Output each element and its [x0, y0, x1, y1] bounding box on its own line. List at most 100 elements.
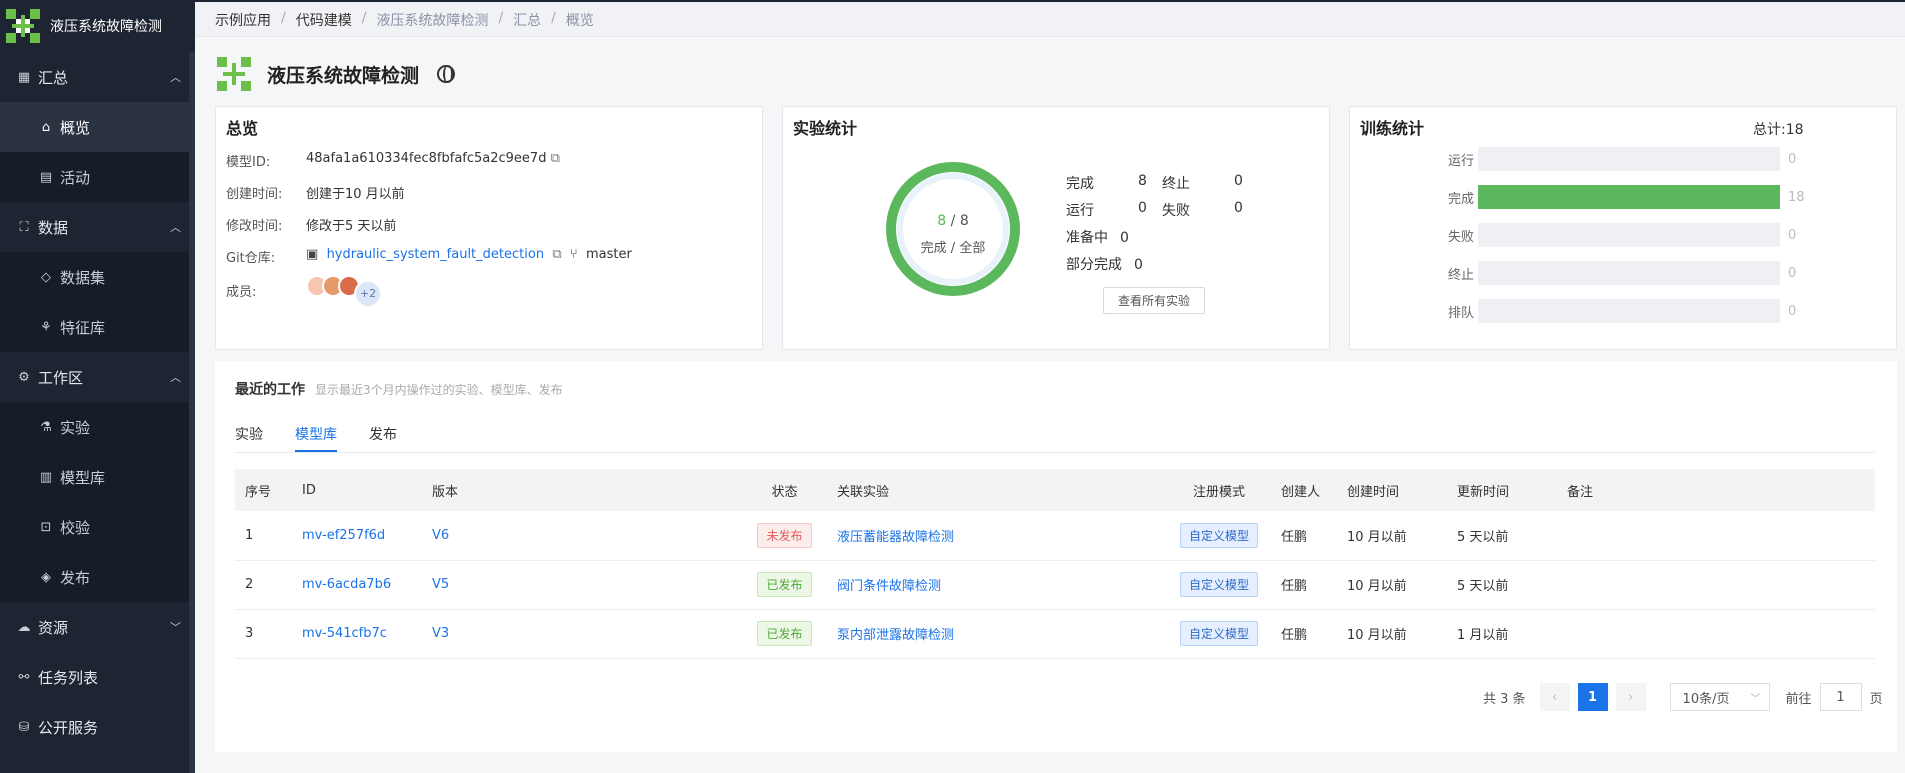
nav-group-data[interactable]: ⛶ 数据 ︿: [0, 202, 195, 252]
nav-group-label: 资源: [38, 618, 69, 637]
nav-item-features[interactable]: ⚘ 特征库: [0, 302, 195, 352]
col-header: 注册模式: [1167, 469, 1271, 511]
nav-item-overview[interactable]: ⌂ 概览: [0, 102, 195, 152]
field-label: 成员:: [226, 285, 257, 300]
card-title: 总览: [226, 119, 259, 138]
nav-item-label: 特征库: [60, 318, 106, 337]
table-row[interactable]: 3 mv-541cfb7c V3 已发布 泵内部泄露故障检测 自定义模型 任鹏 10 月以前 1…: [235, 609, 1875, 659]
copy-icon[interactable]: ⧉: [552, 247, 561, 262]
breadcrumb-item[interactable]: 液压系统故障检测: [376, 10, 488, 30]
nav-group-workspace[interactable]: ⚙ 工作区 ︿: [0, 352, 195, 402]
stat-value: 0: [1234, 173, 1243, 189]
page-header: 液压系统故障检测: [215, 55, 456, 93]
nav-item-datasets[interactable]: ◇ 数据集: [0, 252, 195, 302]
cell-version: V3: [422, 609, 742, 659]
activity-icon: ▤: [39, 169, 53, 185]
nav-item-activity[interactable]: ▤ 活动: [0, 152, 195, 202]
nav-item-publish[interactable]: ◈ 发布: [0, 552, 195, 602]
nav-item-validation[interactable]: ⊡ 校验: [0, 502, 195, 552]
breadcrumb-separator: /: [498, 10, 504, 26]
cell-note: [1557, 560, 1875, 610]
model-version-link[interactable]: mv-ef257f6d: [302, 528, 385, 543]
experiment-link[interactable]: 阀门条件故障检测: [837, 579, 941, 594]
tab-model-registry[interactable]: 模型库: [295, 424, 337, 452]
table-row[interactable]: 1 mv-ef257f6d V6 未发布 液压蓄能器故障检测 自定义模型 任鹏 10 月以前 5…: [235, 511, 1875, 561]
version-link[interactable]: V3: [432, 626, 449, 641]
tab-experiments[interactable]: 实验: [235, 424, 263, 452]
training-stats-card: 训练统计 总计:18 运行 0 完成 18 失败 0 终止 0 排队 0: [1349, 106, 1897, 350]
bar-label: 运行: [1447, 153, 1474, 169]
copy-icon[interactable]: ⧉: [551, 151, 560, 166]
chevron-down-icon: ﹀: [170, 621, 181, 634]
col-header: 更新时间: [1447, 469, 1557, 511]
model-version-link[interactable]: mv-6acda7b6: [302, 577, 391, 592]
cell-experiment: 泵内部泄露故障检测: [827, 609, 1167, 659]
bar-fill: [1478, 185, 1780, 209]
model-version-table: 序号 ID 版本 状态 关联实验 注册模式 创建人 创建时间 更新时间 备注 1…: [235, 469, 1875, 659]
overview-card: 总览 模型ID: 48afa1a610334fec8fbfafc5a2c9ee7d…: [215, 106, 763, 350]
sidebar: 液压系统故障检测 ▦ 汇总 ︿ ⌂ 概览 ▤ 活动 ⛶ 数据 ︿ ◇ 数据集 ⚘ 特征库 ⚙ 工作…: [0, 0, 195, 773]
field-label: 创建时间:: [226, 187, 283, 202]
nav-item-public-services[interactable]: ⛁ 公开服务: [0, 702, 195, 752]
pagination: 共 3 条 ‹ 1 › 10条/页 ﹀ 前往 1 页: [1483, 683, 1883, 711]
breadcrumb-item: 概览: [565, 13, 594, 29]
bar-track: [1478, 223, 1780, 247]
more-members-badge[interactable]: +2: [354, 280, 382, 308]
members-avatars: +2: [306, 275, 382, 308]
model-icon: ▥: [39, 469, 53, 485]
breadcrumb-item[interactable]: 示例应用: [215, 10, 271, 30]
stat-value: 8: [1138, 173, 1147, 189]
model-version-link[interactable]: mv-541cfb7c: [302, 626, 387, 641]
branch-icon: ⑂: [569, 247, 578, 262]
version-link[interactable]: V6: [432, 528, 449, 543]
page-size-select[interactable]: 10条/页 ﹀: [1669, 683, 1770, 711]
next-page-button[interactable]: ›: [1615, 683, 1646, 711]
view-all-experiments-button[interactable]: 查看所有实验: [1103, 287, 1206, 314]
nav-group-resources[interactable]: ☁ 资源 ﹀: [0, 602, 195, 652]
cell-creator: 任鹏: [1271, 609, 1337, 659]
experiment-stats-card: 实验统计 8 / 8 完成 / 全部 完成 8 终止 0 运行 0 失败 0 准备中 0 …: [782, 106, 1330, 350]
experiment-link[interactable]: 泵内部泄露故障检测: [837, 628, 954, 643]
project-logo-icon: [215, 55, 253, 93]
bar-track: [1478, 185, 1780, 209]
nav-item-experiments[interactable]: ⚗ 实验: [0, 402, 195, 452]
prev-page-button[interactable]: ‹: [1539, 683, 1570, 711]
nav-item-label: 概览: [60, 118, 91, 137]
experiment-link[interactable]: 液压蓄能器故障检测: [837, 530, 954, 545]
git-repo-link[interactable]: hydraulic_system_fault_detection: [327, 247, 545, 262]
goto-page-input[interactable]: 1: [1819, 683, 1862, 711]
col-header: 备注: [1557, 469, 1875, 511]
nav-item-label: 数据集: [60, 268, 106, 287]
breadcrumb-item[interactable]: 汇总: [513, 10, 541, 30]
modified-row: 修改时间: 修改于5 天以前: [226, 215, 396, 234]
sidebar-brand[interactable]: 液压系统故障检测: [0, 0, 195, 52]
cell-updated: 5 天以前: [1447, 511, 1557, 561]
recent-work-subtitle: 显示最近3个月内操作过的实验、模型库、发布: [315, 383, 563, 397]
stat-partial: 部分完成 0: [1066, 254, 1143, 274]
training-bar-row: 完成 18: [1430, 185, 1805, 209]
training-bar-row: 运行 0: [1430, 147, 1796, 171]
top-border: [195, 0, 1905, 2]
package-icon: ◈: [41, 569, 51, 585]
table-row[interactable]: 2 mv-6acda7b6 V5 已发布 阀门条件故障检测 自定义模型 任鹏 10 月以前 5 …: [235, 560, 1875, 610]
page-size-value: 10条/页: [1682, 691, 1730, 707]
col-header: 状态: [742, 469, 827, 511]
nav-group-summary[interactable]: ▦ 汇总 ︿: [0, 52, 195, 102]
breadcrumb-item[interactable]: 代码建模: [296, 10, 352, 30]
page-number-button[interactable]: 1: [1577, 683, 1608, 711]
table-header-row: 序号 ID 版本 状态 关联实验 注册模式 创建人 创建时间 更新时间 备注: [235, 469, 1875, 511]
mode-badge: 自定义模型: [1179, 572, 1258, 597]
globe-icon[interactable]: [437, 65, 456, 83]
donut-caption: 完成 / 全部: [920, 241, 986, 256]
mode-badge: 自定义模型: [1179, 522, 1258, 548]
version-link[interactable]: V5: [432, 577, 449, 592]
task-icon: ⚯: [18, 669, 30, 685]
nav-item-tasks[interactable]: ⚯ 任务列表: [0, 652, 195, 702]
tab-publish[interactable]: 发布: [369, 424, 397, 452]
stat-value: 0: [1134, 257, 1143, 273]
page-suffix: 页: [1869, 691, 1883, 707]
feature-icon: ⚘: [40, 319, 52, 335]
training-bar-row: 终止 0: [1430, 261, 1796, 285]
nav-item-model-registry[interactable]: ▥ 模型库: [0, 452, 195, 502]
pagination-total: 共 3 条: [1483, 691, 1526, 707]
